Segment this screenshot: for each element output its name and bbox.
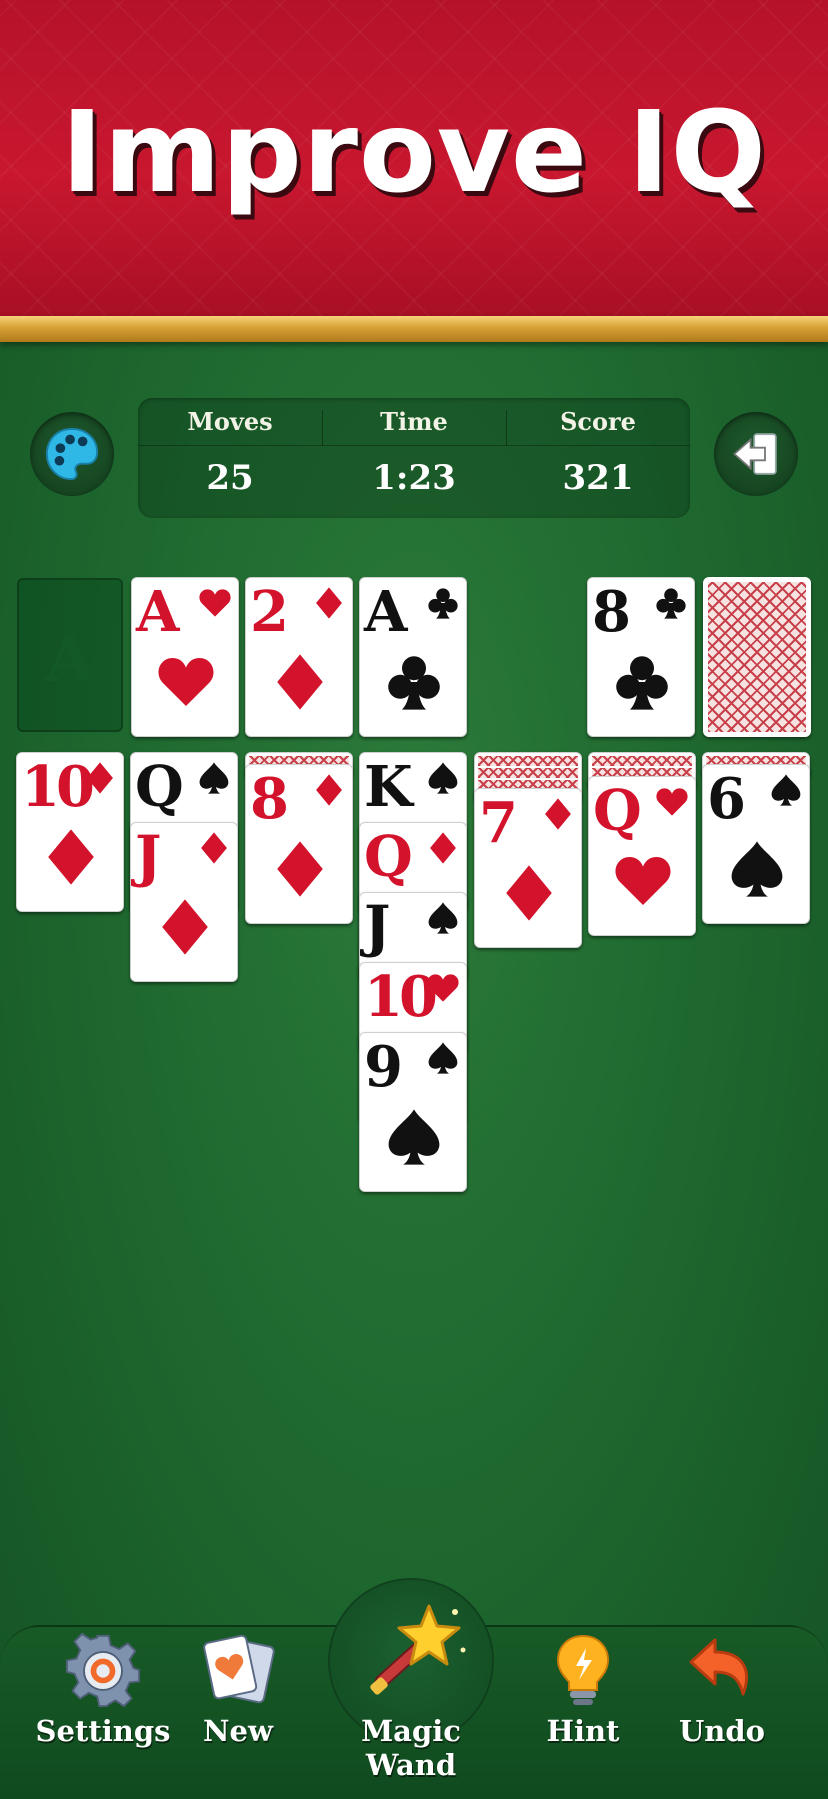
card-rank: 6	[707, 766, 746, 832]
diamonds-suit-icon	[426, 831, 460, 865]
diamonds-suit-icon	[83, 761, 117, 795]
tableau-card[interactable]: 9	[359, 1032, 467, 1192]
card-rank: J	[135, 824, 161, 890]
face-down-card	[478, 756, 578, 766]
foundation-card[interactable]: A	[359, 577, 467, 737]
lightbulb-icon	[556, 1634, 610, 1705]
foundation-slot-empty[interactable]: A	[17, 578, 123, 732]
foundation-placeholder-label: A	[45, 622, 95, 697]
face-down-card	[478, 768, 578, 778]
diamonds-suit-icon	[270, 652, 330, 712]
card-rank: 9	[364, 1034, 403, 1100]
stock-pile[interactable]	[703, 577, 811, 737]
card-rank: 10	[21, 754, 95, 820]
card-rank: A	[136, 579, 179, 645]
cards-icon	[203, 1634, 275, 1704]
new-label: New	[203, 1714, 273, 1748]
waste-card[interactable]: 8	[587, 577, 695, 737]
foundation-card[interactable]: 2	[245, 577, 353, 737]
score-label: Score	[506, 398, 690, 446]
clubs-suit-icon	[612, 652, 672, 712]
stats-panel: Moves 25 Time 1:23 Score 321	[138, 398, 690, 518]
card-rank: 8	[592, 579, 631, 645]
card-rank: Q	[593, 778, 642, 844]
face-down-card	[592, 756, 692, 766]
magic-wand-label: Magic Wand	[361, 1714, 461, 1782]
undo-button[interactable]: Undo	[664, 1632, 780, 1748]
diamonds-suit-icon	[155, 897, 215, 957]
spades-suit-icon	[426, 761, 460, 795]
magic-wand-icon	[370, 1604, 466, 1695]
time-stat: Time 1:23	[322, 398, 506, 518]
hint-button[interactable]: Hint	[530, 1632, 636, 1748]
spades-suit-icon	[384, 1107, 444, 1167]
exit-button[interactable]	[714, 412, 798, 496]
tableau-card[interactable]: 7	[474, 788, 582, 948]
moves-value: 25	[206, 458, 254, 498]
time-value: 1:23	[372, 458, 456, 498]
diamonds-suit-icon	[312, 586, 346, 620]
diamonds-suit-icon	[541, 797, 575, 831]
card-rank: 10	[364, 964, 438, 1030]
hearts-suit-icon	[613, 851, 673, 911]
hearts-suit-icon	[156, 652, 216, 712]
diamonds-suit-icon	[270, 839, 330, 899]
moves-stat: Moves 25	[138, 398, 322, 518]
hint-label: Hint	[546, 1714, 620, 1748]
tableau-card[interactable]: 10	[16, 752, 124, 912]
diamonds-suit-icon	[197, 831, 231, 865]
clubs-suit-icon	[654, 586, 688, 620]
card-rank: Q	[135, 754, 184, 820]
spades-suit-icon	[769, 773, 803, 807]
diamonds-suit-icon	[312, 773, 346, 807]
spades-suit-icon	[426, 1041, 460, 1075]
card-rank: 7	[479, 790, 518, 856]
tableau-card[interactable]: 6	[702, 764, 810, 924]
theme-button[interactable]	[30, 412, 114, 496]
clubs-suit-icon	[384, 652, 444, 712]
settings-button[interactable]: Settings	[30, 1632, 176, 1748]
hearts-suit-icon	[426, 971, 460, 1005]
gear-icon	[65, 1632, 141, 1708]
clubs-suit-icon	[426, 586, 460, 620]
spades-suit-icon	[426, 901, 460, 935]
banner-title: Improve IQ	[61, 88, 767, 218]
new-game-button[interactable]: New	[182, 1632, 294, 1748]
moves-label: Moves	[138, 398, 322, 446]
score-stat: Score 321	[506, 398, 690, 518]
card-rank: 8	[250, 766, 289, 832]
undo-label: Undo	[679, 1714, 765, 1748]
tableau-card[interactable]: Q	[588, 776, 696, 936]
card-rank: Q	[364, 824, 413, 890]
card-rank: 2	[250, 579, 289, 645]
card-rank: A	[364, 579, 407, 645]
foundation-card[interactable]: A	[131, 577, 239, 737]
card-rank: J	[364, 894, 390, 960]
undo-arrow-icon	[689, 1638, 748, 1696]
promo-banner: Improve IQ	[0, 0, 828, 318]
diamonds-suit-icon	[499, 863, 559, 923]
hearts-suit-icon	[655, 785, 689, 819]
tableau-card[interactable]: J	[130, 822, 238, 982]
settings-label: Settings	[35, 1714, 171, 1748]
spades-suit-icon	[197, 761, 231, 795]
magic-wand-button[interactable]: Magic Wand	[312, 1600, 510, 1782]
exit-icon	[733, 433, 777, 475]
card-rank: K	[364, 754, 413, 820]
spades-suit-icon	[727, 839, 787, 899]
time-label: Time	[322, 398, 506, 446]
gold-divider	[0, 316, 828, 342]
hearts-suit-icon	[198, 586, 232, 620]
tableau-card[interactable]: 8	[245, 764, 353, 924]
diamonds-suit-icon	[41, 827, 101, 887]
palette-icon	[45, 427, 99, 481]
score-value: 321	[562, 458, 634, 498]
